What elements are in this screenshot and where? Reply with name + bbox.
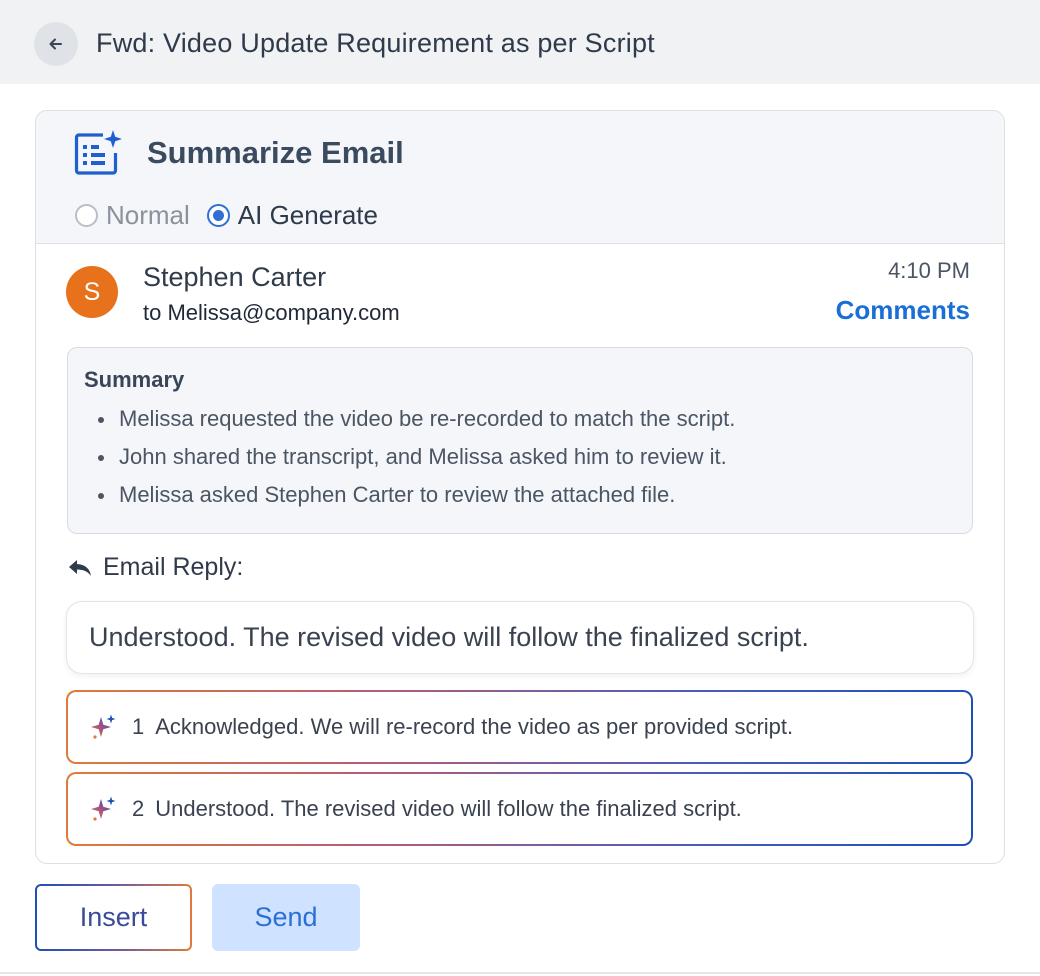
summarize-header: Summarize Email Normal AI Generate — [36, 111, 1004, 244]
summary-list: Melissa requested the video be re-record… — [84, 405, 735, 519]
suggestion-1-body[interactable]: 1 Acknowledged. We will re-record the vi… — [68, 692, 971, 762]
radio-normal[interactable]: Normal — [75, 200, 190, 231]
ai-sparkle-icon — [91, 714, 116, 739]
top-bar: Fwd: Video Update Requirement as per Scr… — [0, 0, 1040, 84]
reply-arrow-icon — [69, 559, 91, 576]
radio-ai-generate[interactable]: AI Generate — [206, 199, 378, 231]
summary-item: Melissa requested the video be re-record… — [84, 405, 735, 443]
summary-item: John shared the transcript, and Melissa … — [84, 443, 735, 481]
summarize-card: Summarize Email Normal AI Generate S Ste… — [35, 110, 1005, 864]
email-reply-label: Email Reply: — [103, 553, 244, 581]
back-button[interactable] — [34, 22, 78, 66]
suggestion-1[interactable]: 1 Acknowledged. We will re-record the vi… — [66, 690, 973, 764]
document-sparkle-icon — [74, 130, 122, 175]
recipient-line: to Melissa@company.com — [143, 300, 400, 325]
comments-link[interactable]: Comments — [836, 295, 970, 326]
send-button[interactable]: Send — [212, 884, 360, 951]
radio-ai-generate-circle[interactable] — [206, 203, 230, 227]
suggestion-2-body[interactable]: 2 Understood. The revised video will fol… — [68, 774, 971, 844]
summary-title: Summary — [84, 367, 185, 392]
insert-button-label[interactable]: Insert — [37, 886, 190, 949]
suggestion-number: 1 — [132, 714, 145, 739]
bottom-divider — [0, 972, 1040, 974]
email-subject: Fwd: Video Update Requirement as per Scr… — [96, 28, 655, 58]
summary-box: Summary Melissa requested the video be r… — [67, 347, 973, 534]
radio-ai-generate-label: AI Generate — [237, 199, 378, 230]
email-reply-heading: Email Reply: — [67, 553, 243, 582]
reply-text-field[interactable]: Understood. The revised video will follo… — [66, 601, 974, 674]
ai-sparkle-icon — [91, 796, 116, 821]
arrow-left-icon — [49, 38, 62, 50]
radio-normal-circle[interactable] — [75, 203, 98, 227]
insert-button[interactable]: Insert — [35, 884, 192, 951]
summarize-title: Summarize Email — [147, 135, 404, 170]
sender-name: Stephen Carter — [143, 262, 327, 292]
summary-item: Melissa asked Stephen Carter to review t… — [84, 481, 735, 519]
suggestion-2[interactable]: 2 Understood. The revised video will fol… — [66, 772, 973, 846]
suggestion-text: Understood. The revised video will follo… — [155, 796, 742, 821]
sender-avatar: S — [66, 266, 118, 318]
email-time: 4:10 PM — [888, 258, 970, 283]
radio-normal-label: Normal — [106, 199, 190, 230]
mode-radio-group: Normal AI Generate — [75, 200, 395, 230]
suggestion-text: Acknowledged. We will re-record the vide… — [155, 714, 794, 739]
suggestion-number: 2 — [132, 796, 145, 821]
